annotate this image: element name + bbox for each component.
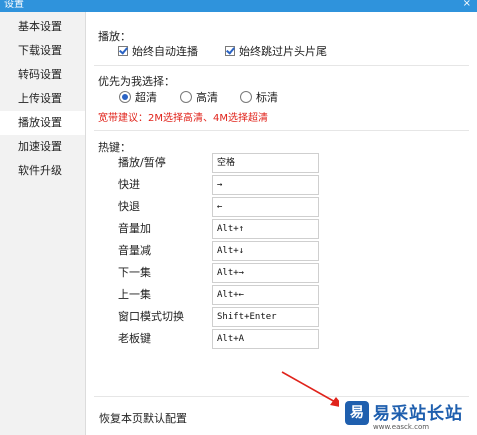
watermark-url: www.easck.com	[373, 423, 430, 431]
red-arrow-annotation	[281, 371, 345, 408]
watermark-brand: 易采站长站	[373, 404, 463, 424]
watermark: 易 易采站长站 www.easck.com	[339, 398, 477, 435]
brand-logo-icon: 易	[345, 401, 369, 425]
arrow-line	[281, 371, 338, 404]
